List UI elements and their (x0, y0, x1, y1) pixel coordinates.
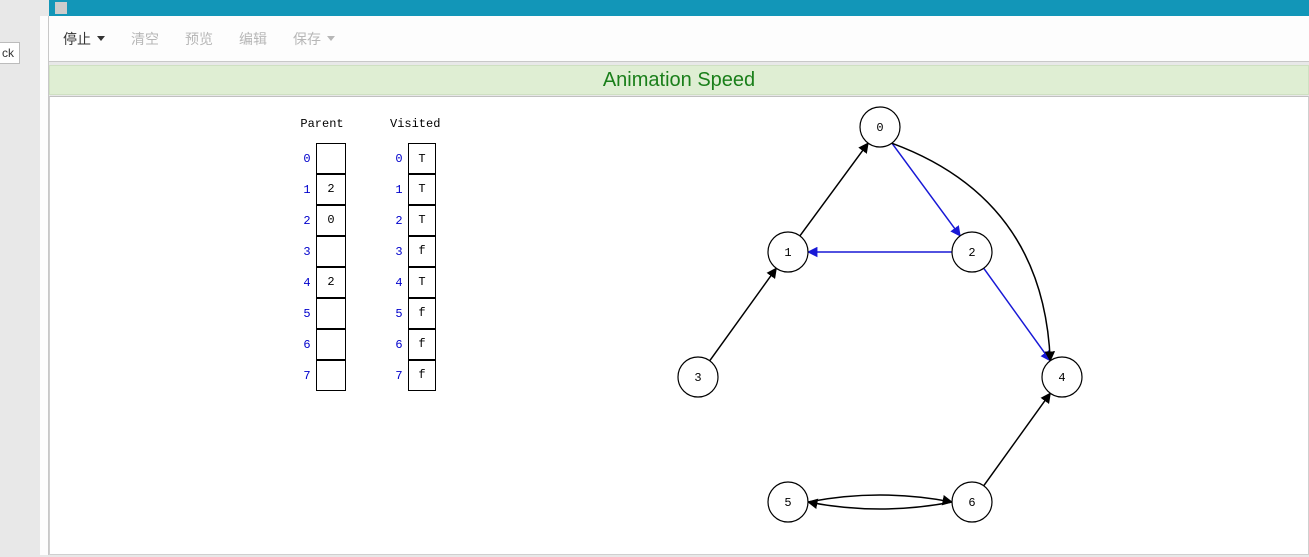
graph-node-label: 3 (694, 371, 701, 385)
chevron-down-icon (327, 36, 335, 41)
save-label: 保存 (293, 29, 321, 49)
graph-node-label: 2 (968, 246, 975, 260)
graph-node-label: 4 (1058, 371, 1065, 385)
table-row: 6f (390, 329, 440, 360)
table-row: 1T (390, 174, 440, 205)
animation-speed-label: Animation Speed (603, 69, 755, 92)
save-button[interactable]: 保存 (293, 29, 335, 49)
row-cell (316, 329, 346, 360)
table-row: 6 (298, 329, 346, 360)
visited-header: Visited (390, 117, 440, 131)
row-index: 5 (390, 307, 408, 321)
row-index: 7 (390, 369, 408, 383)
graph-edge (892, 143, 960, 236)
row-cell: T (408, 174, 436, 205)
row-cell: T (408, 205, 436, 236)
row-index: 2 (390, 214, 408, 228)
preview-button[interactable]: 预览 (185, 29, 213, 49)
table-row: 42 (298, 267, 346, 298)
row-index: 6 (390, 338, 408, 352)
graph-svg: 0 1 2 3 4 5 6 (610, 97, 1170, 557)
row-cell: T (408, 143, 436, 174)
row-index: 4 (298, 276, 316, 290)
edit-button[interactable]: 编辑 (239, 29, 267, 49)
row-cell (316, 143, 346, 174)
row-cell: f (408, 329, 436, 360)
graph-edge (808, 495, 952, 502)
row-cell (316, 236, 346, 267)
table-row: 5 (298, 298, 346, 329)
table-row: 0 (298, 143, 346, 174)
graph-node-label: 6 (968, 496, 975, 510)
graph-node-label: 5 (784, 496, 791, 510)
row-cell: 0 (316, 205, 346, 236)
row-index: 6 (298, 338, 316, 352)
table-row: 4T (390, 267, 440, 298)
table-row: 3 (298, 236, 346, 267)
canvas-area: Parent 01220342567 Visited 0T1T2T3f4T5f6… (49, 96, 1309, 555)
graph-edge (710, 268, 777, 361)
preview-label: 预览 (185, 29, 213, 49)
row-index: 5 (298, 307, 316, 321)
row-cell: 2 (316, 267, 346, 298)
app-icon (55, 2, 67, 14)
parent-header: Parent (298, 117, 346, 131)
visited-table: Visited 0T1T2T3f4T5f6f7f (390, 117, 440, 391)
animation-speed-band: Animation Speed (49, 65, 1309, 95)
graph-node-label: 0 (876, 121, 883, 135)
table-row: 5f (390, 298, 440, 329)
row-cell: f (408, 298, 436, 329)
clear-label: 清空 (131, 29, 159, 49)
graph-node-label: 1 (784, 246, 791, 260)
row-index: 1 (390, 183, 408, 197)
graph-edge (800, 143, 868, 236)
table-row: 20 (298, 205, 346, 236)
table-row: 2T (390, 205, 440, 236)
table-row: 3f (390, 236, 440, 267)
left-tab-text: ck (2, 46, 14, 60)
table-row: 7f (390, 360, 440, 391)
row-index: 0 (390, 152, 408, 166)
row-cell (316, 360, 346, 391)
graph-edge (808, 502, 952, 509)
edit-label: 编辑 (239, 29, 267, 49)
table-row: 12 (298, 174, 346, 205)
row-cell: f (408, 360, 436, 391)
table-row: 7 (298, 360, 346, 391)
table-row: 0T (390, 143, 440, 174)
row-cell: T (408, 267, 436, 298)
chevron-down-icon (97, 36, 105, 41)
row-index: 4 (390, 276, 408, 290)
left-tab-fragment: ck (0, 42, 20, 64)
row-index: 0 (298, 152, 316, 166)
row-index: 7 (298, 369, 316, 383)
row-cell (316, 298, 346, 329)
graph-edge (984, 268, 1051, 361)
row-index: 1 (298, 183, 316, 197)
row-index: 3 (390, 245, 408, 259)
graph-edge (984, 393, 1051, 486)
title-bar (49, 0, 1309, 16)
row-index: 2 (298, 214, 316, 228)
row-cell: f (408, 236, 436, 267)
parent-table: Parent 01220342567 (298, 117, 346, 391)
toolbar: 停止 清空 预览 编辑 保存 (49, 16, 1309, 62)
stop-label: 停止 (63, 29, 91, 49)
clear-button[interactable]: 清空 (131, 29, 159, 49)
row-cell: 2 (316, 174, 346, 205)
left-rail (40, 16, 49, 555)
stop-button[interactable]: 停止 (63, 29, 105, 49)
row-index: 3 (298, 245, 316, 259)
